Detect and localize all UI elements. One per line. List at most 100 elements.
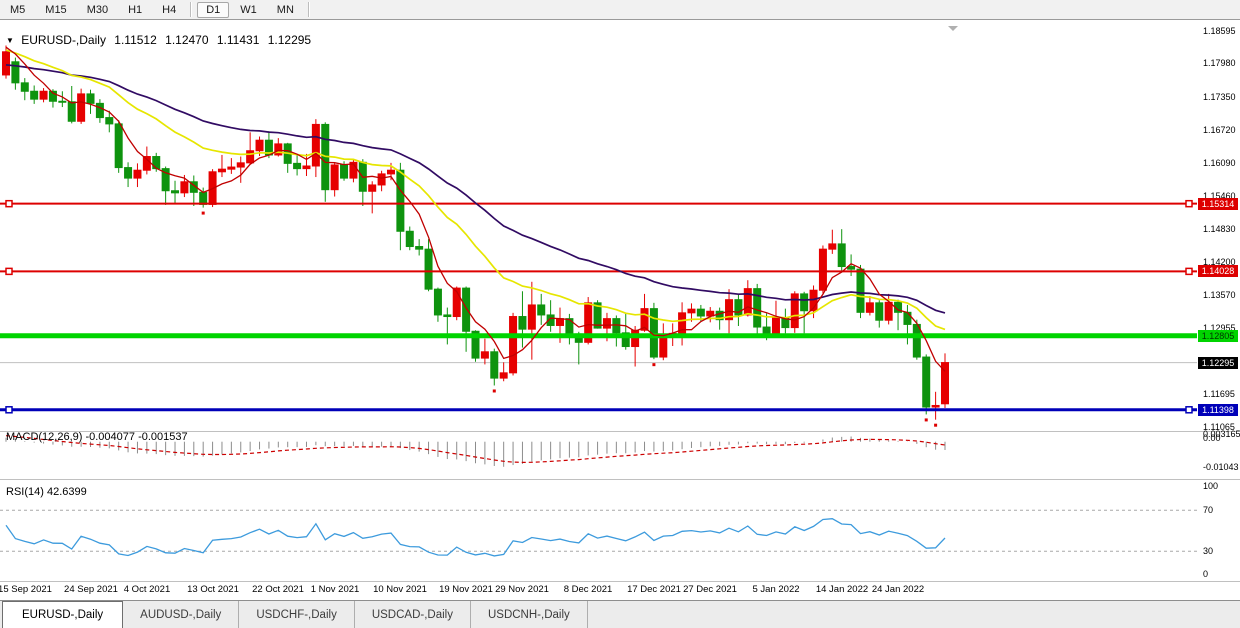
tab-usdchf[interactable]: USDCHF-,Daily bbox=[239, 601, 355, 628]
moving-average-slow bbox=[6, 65, 945, 313]
candle-body bbox=[913, 324, 920, 357]
tab-usdcad[interactable]: USDCAD-,Daily bbox=[355, 601, 471, 628]
date-label: 5 Jan 2022 bbox=[752, 584, 799, 595]
candlestick bbox=[397, 163, 404, 250]
candle-body bbox=[772, 318, 779, 334]
candlestick bbox=[237, 157, 244, 183]
candlestick bbox=[660, 323, 667, 360]
fractal-low-icon bbox=[934, 424, 937, 427]
price-badge-1.12805: 1.12805 bbox=[1198, 330, 1238, 342]
timeframe-button-m30[interactable]: M30 bbox=[78, 2, 117, 18]
timeframe-button-w1[interactable]: W1 bbox=[231, 2, 266, 18]
candle-body bbox=[31, 91, 38, 99]
candlestick bbox=[594, 300, 601, 328]
tab-audusd[interactable]: AUDUSD-,Daily bbox=[123, 601, 239, 628]
candlestick bbox=[613, 315, 620, 346]
candlestick bbox=[87, 90, 94, 114]
candle-body bbox=[247, 151, 254, 163]
price-chart[interactable] bbox=[0, 20, 1240, 628]
y-axis-label: 1.13570 bbox=[1203, 290, 1236, 300]
candle-body bbox=[660, 336, 667, 357]
candle-body bbox=[819, 249, 826, 290]
candlestick bbox=[228, 158, 235, 174]
candle-body bbox=[434, 289, 441, 315]
candlestick bbox=[519, 291, 526, 347]
candlestick bbox=[331, 162, 338, 196]
candlestick bbox=[359, 159, 366, 206]
price-badge-1.14028: 1.14028 bbox=[1198, 265, 1238, 277]
candle-body bbox=[303, 166, 310, 169]
candlestick bbox=[528, 282, 535, 360]
line-handle[interactable] bbox=[6, 407, 12, 413]
candlestick bbox=[510, 313, 517, 376]
candlestick bbox=[932, 392, 939, 420]
candle-body bbox=[557, 319, 564, 326]
candlestick bbox=[350, 159, 357, 182]
candle-body bbox=[172, 191, 179, 193]
timeframe-button-h1[interactable]: H1 bbox=[119, 2, 151, 18]
candlestick bbox=[857, 265, 864, 318]
date-label: 15 Sep 2021 bbox=[0, 584, 52, 595]
candlestick bbox=[49, 89, 56, 107]
candlestick bbox=[275, 138, 282, 156]
timeframe-button-mn[interactable]: MN bbox=[268, 2, 303, 18]
candlestick bbox=[406, 227, 413, 251]
tab-eurusd[interactable]: EURUSD-,Daily bbox=[2, 601, 123, 628]
candle-body bbox=[510, 317, 517, 373]
timeframe-button-d1[interactable]: D1 bbox=[197, 2, 229, 18]
candlestick bbox=[463, 287, 470, 352]
y-axis-label: 1.17980 bbox=[1203, 58, 1236, 68]
date-label: 22 Oct 2021 bbox=[252, 584, 304, 595]
indicator-axis-label: 70 bbox=[1203, 505, 1213, 515]
line-handle[interactable] bbox=[6, 268, 12, 274]
candlesticks-layer bbox=[3, 45, 949, 419]
line-handle[interactable] bbox=[1186, 407, 1192, 413]
candlestick bbox=[247, 132, 254, 164]
y-axis-label: 1.11695 bbox=[1203, 389, 1235, 399]
candle-body bbox=[341, 165, 348, 178]
candlestick bbox=[125, 162, 132, 187]
date-label: 14 Jan 2022 bbox=[816, 584, 868, 595]
line-handle[interactable] bbox=[1186, 268, 1192, 274]
candle-body bbox=[538, 305, 545, 315]
candle-body bbox=[378, 174, 385, 185]
date-label: 4 Oct 2021 bbox=[124, 584, 170, 595]
rsi-line bbox=[6, 519, 945, 556]
candle-body bbox=[21, 83, 28, 91]
candlestick bbox=[190, 175, 197, 206]
candlestick bbox=[78, 89, 85, 124]
candle-body bbox=[256, 140, 263, 151]
line-handle[interactable] bbox=[6, 201, 12, 207]
candlestick bbox=[218, 155, 225, 177]
date-label: 8 Dec 2021 bbox=[564, 584, 613, 595]
chart-shift-marker-icon[interactable] bbox=[948, 26, 958, 31]
candlestick bbox=[444, 308, 451, 345]
candle-body bbox=[688, 309, 695, 313]
candle-body bbox=[744, 289, 751, 315]
line-handle[interactable] bbox=[1186, 201, 1192, 207]
timeframe-button-m15[interactable]: M15 bbox=[36, 2, 75, 18]
candlestick bbox=[96, 99, 103, 123]
tab-usdcnh[interactable]: USDCNH-,Daily bbox=[471, 601, 588, 628]
candlestick bbox=[31, 85, 38, 103]
candlestick bbox=[294, 154, 301, 175]
candle-body bbox=[397, 170, 404, 231]
y-axis-label: 1.16720 bbox=[1203, 125, 1236, 135]
candle-body bbox=[500, 373, 507, 378]
candlestick bbox=[641, 294, 648, 332]
candle-body bbox=[134, 170, 141, 178]
candlestick bbox=[632, 326, 639, 367]
candlestick bbox=[838, 229, 845, 271]
candlestick bbox=[312, 119, 319, 177]
candlestick bbox=[801, 292, 808, 334]
date-label: 27 Dec 2021 bbox=[683, 584, 737, 595]
candlestick bbox=[679, 302, 686, 345]
candle-body bbox=[763, 327, 770, 333]
candlestick bbox=[791, 291, 798, 333]
timeframe-button-h4[interactable]: H4 bbox=[153, 2, 185, 18]
timeframe-button-m5[interactable]: M5 bbox=[1, 2, 34, 18]
date-label: 13 Oct 2021 bbox=[187, 584, 239, 595]
price-badge-1.15314: 1.15314 bbox=[1198, 198, 1238, 210]
candlestick bbox=[904, 305, 911, 344]
candle-body bbox=[78, 94, 85, 121]
